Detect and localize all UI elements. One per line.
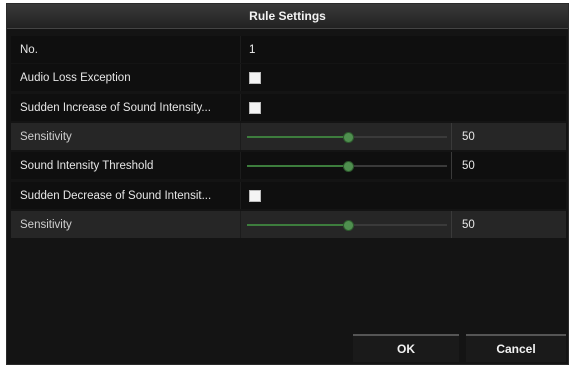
slider-fill (247, 223, 347, 226)
ok-button[interactable]: OK (353, 334, 459, 362)
no-label: No. (11, 36, 241, 63)
audio-loss-checkbox[interactable] (249, 71, 261, 84)
sudden-decrease-label: Sudden Decrease of Sound Intensit... (11, 182, 241, 209)
slider-thumb[interactable] (342, 161, 354, 172)
row-sensitivity-1: Sensitivity 50 (11, 123, 566, 150)
row-no: No. 1 (11, 36, 566, 63)
sensitivity-2-slider[interactable] (241, 211, 451, 238)
sensitivity-1-slider[interactable] (241, 123, 451, 150)
sensitivity-2-label: Sensitivity (11, 211, 241, 238)
slider-thumb[interactable] (342, 132, 354, 143)
dialog-title: Rule Settings (7, 4, 568, 29)
slider-track (247, 132, 447, 143)
audio-loss-label: Audio Loss Exception (11, 64, 241, 91)
cancel-button[interactable]: Cancel (466, 334, 566, 362)
row-sudden-decrease: Sudden Decrease of Sound Intensit... (11, 182, 566, 209)
threshold-value: 50 (451, 152, 531, 179)
sensitivity-2-value: 50 (451, 211, 531, 238)
threshold-slider[interactable] (241, 152, 451, 179)
row-sensitivity-2: Sensitivity 50 (11, 211, 566, 238)
slider-track (247, 220, 447, 231)
row-audio-loss: Audio Loss Exception (11, 64, 566, 91)
row-sudden-increase: Sudden Increase of Sound Intensity... (11, 94, 566, 121)
no-value: 1 (249, 43, 256, 56)
sudden-decrease-checkbox[interactable] (249, 189, 261, 202)
sudden-decrease-checkbox-cell (241, 182, 566, 209)
slider-fill (247, 135, 347, 138)
sudden-increase-checkbox-cell (241, 94, 566, 121)
rule-settings-dialog: Rule Settings No. 1 Audio Loss Exception… (6, 3, 569, 365)
sudden-increase-label: Sudden Increase of Sound Intensity... (11, 94, 241, 121)
slider-thumb[interactable] (342, 220, 354, 231)
sensitivity-1-label: Sensitivity (11, 123, 241, 150)
threshold-label: Sound Intensity Threshold (11, 152, 241, 179)
audio-loss-checkbox-cell (241, 64, 566, 91)
sudden-increase-checkbox[interactable] (249, 101, 261, 114)
slider-fill (247, 164, 347, 167)
row-threshold: Sound Intensity Threshold 50 (11, 152, 566, 179)
slider-track (247, 161, 447, 172)
sensitivity-1-value: 50 (451, 123, 531, 150)
